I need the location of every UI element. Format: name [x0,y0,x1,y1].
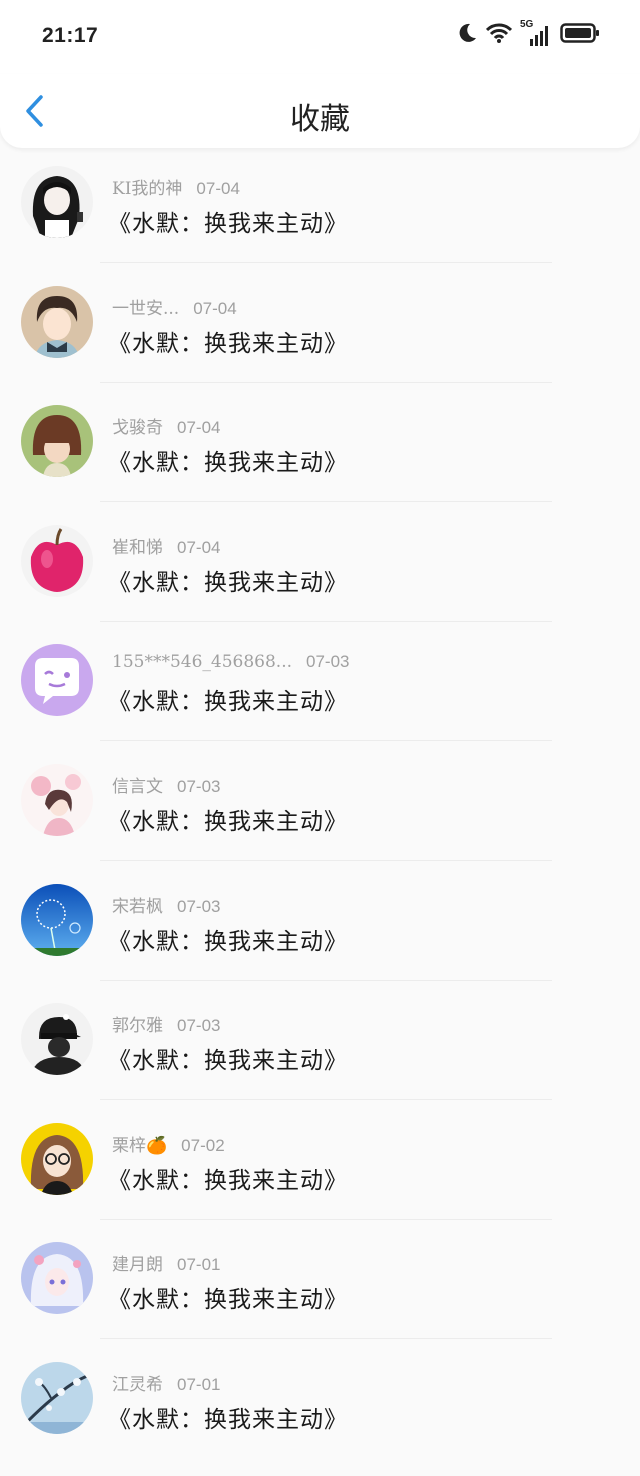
item-meta: 崔和悌 07-04 [112,533,220,558]
divider [100,1218,552,1220]
username[interactable]: 信言文 [112,777,163,797]
username[interactable]: 郭尔雅 [112,1016,163,1036]
avatar[interactable] [21,285,93,358]
item-title[interactable]: 《水默：换我来主动》 [108,204,348,238]
avatar[interactable] [21,166,93,238]
item-meta: 一世安... 07-04 [112,294,237,319]
list-item[interactable]: 一世安... 07-04 《水默：换我来主动》 [0,280,640,400]
username[interactable]: 一世安... [112,299,179,319]
divider [100,620,552,622]
battery-icon [560,22,600,48]
item-meta: 宋若枫 07-03 [112,892,220,917]
list-item[interactable]: 宋若枫 07-03 《水默：换我来主动》 [0,878,640,998]
date: 07-02 [181,1135,225,1155]
status-time: 21:17 [42,24,99,47]
avatar[interactable] [21,644,93,717]
avatar[interactable] [21,524,93,597]
date: 07-03 [177,1016,221,1036]
date: 07-04 [193,298,237,318]
list-item[interactable]: KI我的神 07-04 《水默：换我来主动》 [0,160,640,280]
divider [100,262,552,263]
date: 07-04 [177,418,221,438]
date: 07-01 [177,1255,221,1275]
list-item[interactable]: 崔和悌 07-04 《水默：换我来主动》 [0,519,640,639]
username[interactable]: 戈骏奇 [112,418,163,438]
moon-icon [456,22,478,48]
list-item[interactable]: 155***546_456868... 07-03 《水默：换我来主动》 [0,638,640,758]
divider [100,859,552,861]
status-icons: 5G [456,19,600,48]
username[interactable]: 崔和悌 [112,538,163,558]
item-title[interactable]: 《水默：换我来主动》 [108,802,348,836]
item-meta: 江灵希 07-01 [112,1370,220,1395]
avatar[interactable] [21,1003,93,1076]
divider [100,1338,552,1340]
divider [100,979,552,981]
signal-icon: 5G [520,19,552,47]
date: 07-03 [177,896,221,916]
avatar[interactable] [21,1242,93,1315]
divider [100,740,552,742]
date: 07-01 [177,1374,221,1394]
status-bar: 21:17 5G [0,0,640,74]
divider [100,1099,552,1101]
item-title[interactable]: 《水默：换我来主动》 [108,324,348,358]
list-item[interactable]: 江灵希 07-01 《水默：换我来主动》 [0,1356,640,1476]
list-item[interactable]: 戈骏奇 07-04 《水默：换我来主动》 [0,399,640,519]
avatar[interactable] [21,883,93,956]
item-meta: KI我的神 07-04 [112,174,240,199]
username[interactable]: 宋若枫 [112,897,163,917]
item-meta: 栗梓🍊 07-02 [112,1131,225,1156]
favorites-list: KI我的神 07-04 《水默：换我来主动》 一世安... 07-04 《水默：换我… [0,160,640,1476]
header-bar: 收藏 [0,74,640,148]
item-title[interactable]: 《水默：换我来主动》 [108,1280,348,1314]
divider [100,381,552,383]
avatar[interactable] [21,405,93,478]
item-title[interactable]: 《水默：换我来主动》 [108,1041,348,1075]
list-item[interactable]: 建月朗 07-01 《水默：换我来主动》 [0,1236,640,1356]
username[interactable]: 江灵希 [112,1375,163,1395]
item-title[interactable]: 《水默：换我来主动》 [108,563,348,597]
avatar[interactable] [21,763,93,836]
avatar[interactable] [21,1361,93,1434]
avatar[interactable] [21,1122,93,1195]
date: 07-04 [196,179,240,198]
username[interactable]: 建月朗 [112,1255,163,1275]
item-title[interactable]: 《水默：换我来主动》 [108,682,348,716]
username[interactable]: 155***546_456868... [112,652,292,672]
list-item[interactable]: 郭尔雅 07-03 《水默：换我来主动》 [0,997,640,1117]
list-item[interactable]: 栗梓🍊 07-02 《水默：换我来主动》 [0,1117,640,1237]
item-title[interactable]: 《水默：换我来主动》 [108,443,348,477]
item-meta: 郭尔雅 07-03 [112,1011,220,1036]
item-meta: 155***546_456868... 07-03 [112,652,350,672]
username[interactable]: KI我的神 [112,179,182,199]
wifi-icon [485,22,513,48]
item-meta: 信言文 07-03 [112,772,220,797]
item-meta: 建月朗 07-01 [112,1250,220,1275]
date: 07-03 [306,652,350,672]
item-title[interactable]: 《水默：换我来主动》 [108,1161,348,1195]
date: 07-03 [177,776,221,796]
divider [100,501,552,503]
username[interactable]: 栗梓🍊 [112,1136,167,1156]
list-item[interactable]: 信言文 07-03 《水默：换我来主动》 [0,758,640,878]
page-title: 收藏 [290,102,350,137]
item-meta: 戈骏奇 07-04 [112,413,220,438]
item-title[interactable]: 《水默：换我来主动》 [108,922,348,956]
date: 07-04 [177,537,221,557]
